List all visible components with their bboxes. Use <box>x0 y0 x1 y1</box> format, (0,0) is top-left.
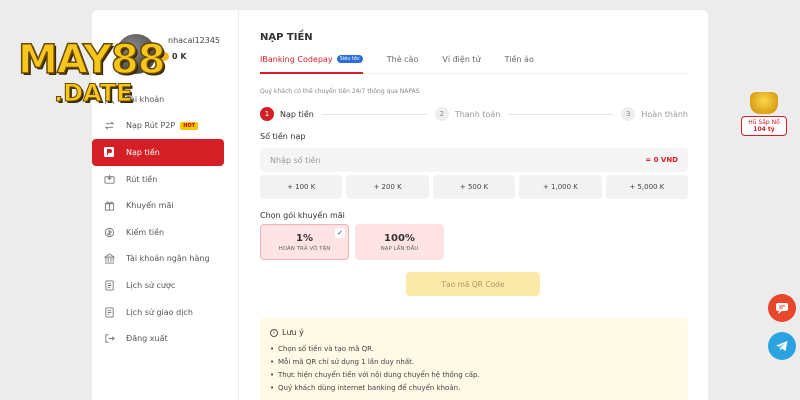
tab-label: Tiền ảo <box>504 54 534 64</box>
step-complete: 3 Hoàn thành <box>621 107 688 121</box>
tab-ibanking[interactable]: IBanking Codepay Siêu tốc <box>260 54 363 74</box>
create-qr-button[interactable]: Tạo mã QR Code <box>406 272 540 296</box>
sidebar-item-label: Khuyến mãi <box>126 201 174 211</box>
brand-logo: MAY88 .DATE <box>17 37 166 107</box>
amount-field: = 0 VND <box>260 148 688 172</box>
hot-badge: HOT <box>180 121 199 130</box>
quick-amount-button[interactable]: + 100 K <box>260 175 343 199</box>
gift-icon <box>102 199 116 213</box>
sidebar-item-deposit[interactable]: Nạp tiền <box>92 139 224 166</box>
progress-steps: 1 Nạp tiền 2 Thanh toán 3 Hoàn thành <box>260 106 688 122</box>
logo-main-text: MAY88 <box>17 37 166 83</box>
promo-percent: 100% <box>384 232 415 244</box>
withdraw-icon <box>102 172 116 186</box>
fast-badge: Siêu tốc <box>336 55 363 63</box>
sidebar-item-label: Đăng xuất <box>126 334 168 344</box>
quick-amount-button[interactable]: + 500 K <box>432 175 516 199</box>
logo-sub-text: .DATE <box>54 79 134 107</box>
notice-item: Mỗi mã QR chỉ sử dụng 1 lần duy nhất. <box>270 358 678 366</box>
promo-cashback[interactable]: ✓ 1% HOÀN TRẢ VÔ TẬN <box>260 224 349 260</box>
notice-title: i Lưu ý <box>270 328 678 337</box>
chat-button[interactable] <box>768 294 796 322</box>
sidebar-item-withdraw[interactable]: Rút tiền <box>92 166 238 193</box>
balance-value: 0 K <box>172 52 187 61</box>
page-title: NẠP TIỀN <box>260 32 313 43</box>
jackpot-label: Hũ Sắp Nổ 104 tỷ <box>741 116 787 136</box>
promo-label: Chọn gói khuyến mãi <box>260 211 345 220</box>
notice-title-text: Lưu ý <box>282 328 304 337</box>
sidebar-item-label: Lịch sử cược <box>126 280 176 290</box>
sidebar-item-bank[interactable]: Tài khoản ngân hàng <box>92 246 238 273</box>
history-icon <box>102 278 116 292</box>
tab-label: Thẻ cào <box>386 54 419 64</box>
step-number: 1 <box>260 107 274 121</box>
deposit-icon <box>102 145 116 159</box>
promo-description: NẠP LẦN ĐẦU <box>380 245 419 252</box>
step-payment: 2 Thanh toán <box>434 107 501 121</box>
sidebar-item-label: Kiếm tiền <box>126 227 165 237</box>
tab-e-wallet[interactable]: Ví điện tử <box>442 54 480 70</box>
step-label: Thanh toán <box>454 109 501 119</box>
amount-label: Số tiền nạp <box>260 132 306 141</box>
sidebar-item-label: Nạp tiền <box>126 147 160 157</box>
deposit-card: nhacai12345 0 K Tài khoản Nạp Rút P2P HO… <box>92 10 708 400</box>
quick-amount-button[interactable]: + 5,000 K <box>605 175 689 199</box>
check-icon: ✓ <box>335 228 345 238</box>
amount-equivalent: = 0 VND <box>645 156 678 164</box>
transaction-icon <box>102 305 116 319</box>
step-deposit: 1 Nạp tiền <box>260 107 314 121</box>
promo-description: HOÀN TRẢ VÔ TẬN <box>278 245 331 252</box>
jackpot-value: 104 tỷ <box>753 126 775 133</box>
sidebar-item-label: Tài khoản ngân hàng <box>126 254 210 264</box>
sidebar-item-promotions[interactable]: Khuyến mãi <box>92 192 238 219</box>
step-label: Nạp tiền <box>280 109 314 119</box>
amount-input[interactable] <box>270 155 530 165</box>
notice-item: Chọn số tiền và tạo mã QR. <box>270 345 678 353</box>
pot-icon <box>750 92 778 114</box>
notice-list: Chọn số tiền và tạo mã QR. Mỗi mã QR chỉ… <box>270 345 678 392</box>
sidebar-item-label: Lịch sử giao dịch <box>126 307 193 317</box>
exchange-icon <box>102 119 116 133</box>
earn-icon <box>102 225 116 239</box>
sidebar-item-p2p[interactable]: Nạp Rút P2P HOT <box>92 113 238 140</box>
notice-item: Thực hiện chuyển tiền với nội dung chuyể… <box>270 371 678 379</box>
bank-icon <box>102 252 116 266</box>
sidebar-item-earn[interactable]: Kiếm tiền <box>92 219 238 246</box>
promo-percent: 1% <box>296 232 313 244</box>
sidebar-item-logout[interactable]: Đăng xuất <box>92 325 238 352</box>
promo-first-deposit[interactable]: 100% NẠP LẦN ĐẦU <box>355 224 444 260</box>
napas-note: Quý khách có thể chuyển tiền 24/7 thông … <box>260 88 420 95</box>
sidebar-item-transaction-history[interactable]: Lịch sử giao dịch <box>92 299 238 326</box>
promo-options: ✓ 1% HOÀN TRẢ VÔ TẬN 100% NẠP LẦN ĐẦU <box>260 224 444 260</box>
jackpot-title: Hũ Sắp Nổ <box>748 119 780 126</box>
username: nhacai12345 <box>168 36 221 45</box>
notice-item: Quý khách dùng internet banking để chuyể… <box>270 384 678 392</box>
telegram-button[interactable] <box>768 332 796 360</box>
telegram-icon <box>776 341 788 351</box>
payment-tabs: IBanking Codepay Siêu tốc Thẻ cào Ví điệ… <box>260 54 688 74</box>
chat-icon <box>776 303 788 314</box>
sidebar-item-label: Nạp Rút P2P <box>126 121 176 131</box>
step-label: Hoàn thành <box>641 109 688 119</box>
notice-box: i Lưu ý Chọn số tiền và tạo mã QR. Mỗi m… <box>260 318 688 400</box>
deposit-main: NẠP TIỀN IBanking Codepay Siêu tốc Thẻ c… <box>260 10 689 400</box>
step-divider <box>321 113 427 115</box>
sidebar-item-label: Rút tiền <box>126 174 158 184</box>
quick-amount-button[interactable]: + 200 K <box>346 175 429 199</box>
sidebar-item-bet-history[interactable]: Lịch sử cược <box>92 272 238 299</box>
step-number: 2 <box>434 107 449 121</box>
step-divider <box>508 113 614 115</box>
info-icon: i <box>270 328 278 337</box>
sidebar-menu: Tài khoản Nạp Rút P2P HOT Nạp tiền Rút t… <box>92 86 238 352</box>
tab-crypto[interactable]: Tiền ảo <box>505 54 534 70</box>
quick-amount-button[interactable]: + 1,000 K <box>519 175 602 199</box>
jackpot-widget[interactable]: Hũ Sắp Nổ 104 tỷ <box>740 92 788 150</box>
logout-icon <box>102 332 116 346</box>
step-number: 3 <box>621 107 636 121</box>
tab-scratch-card[interactable]: Thẻ cào <box>387 54 419 70</box>
tab-label: Ví điện tử <box>442 54 481 64</box>
tab-label: IBanking Codepay <box>260 54 333 64</box>
quick-amounts: + 100 K + 200 K + 500 K + 1,000 K + 5,00… <box>260 175 689 199</box>
